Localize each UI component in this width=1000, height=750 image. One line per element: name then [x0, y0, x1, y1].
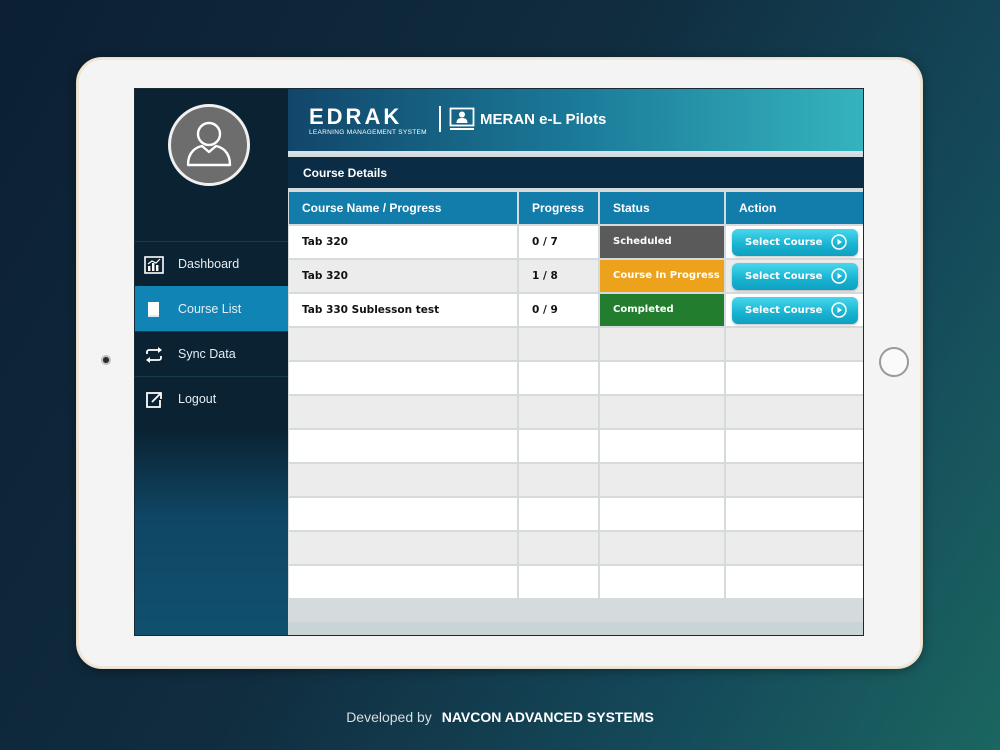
table-row[interactable]: Tab 320 0 / 7 Scheduled Select Course — [289, 226, 863, 258]
logo-subtext: LEARNING MANAGEMENT SYSTEM — [309, 129, 427, 136]
table-header-row: Course Name / Progress Progress Status A… — [289, 192, 863, 224]
sidebar-item-logout[interactable]: Logout — [135, 376, 288, 421]
tablet-home-button[interactable] — [879, 347, 909, 377]
select-course-label: Select Course — [745, 270, 823, 282]
empty-table-row — [289, 498, 863, 530]
sidebar-item-label: Logout — [178, 392, 217, 406]
empty-table-row — [289, 396, 863, 428]
sidebar-item-label: Dashboard — [178, 257, 240, 271]
table-footer-bar — [288, 622, 863, 635]
course-name-cell: Tab 330 Sublesson test — [289, 294, 517, 326]
empty-table-row — [289, 430, 863, 462]
sidebar-item-course-list[interactable]: Course List — [135, 286, 288, 331]
status-badge: Completed — [600, 294, 724, 326]
empty-table-row — [289, 362, 863, 394]
logout-icon — [144, 390, 164, 410]
section-title: Course Details — [303, 166, 388, 180]
main-content: EDRAK LEARNING MANAGEMENT SYSTEM MERAN e… — [287, 89, 863, 635]
progress-cell: 0 / 7 — [519, 226, 598, 258]
tablet-camera — [101, 355, 111, 365]
app-title: MERAN e-L Pilots — [480, 111, 607, 128]
action-cell: Select Course — [726, 226, 863, 258]
progress-cell: 1 / 8 — [519, 260, 598, 292]
select-course-button[interactable]: Select Course — [732, 228, 858, 256]
sidebar-item-label: Course List — [178, 302, 242, 316]
header-divider — [439, 106, 441, 132]
select-course-button[interactable]: Select Course — [732, 296, 858, 324]
status-cell: Completed — [600, 294, 724, 326]
header-underline — [288, 151, 863, 154]
sidebar-menu: Dashboard Course List Sync Data Logout — [135, 241, 288, 423]
table-row[interactable]: Tab 330 Sublesson test 0 / 9 Completed S… — [289, 294, 863, 326]
course-name-cell: Tab 320 — [289, 226, 517, 258]
sync-icon — [144, 345, 164, 365]
user-avatar-icon[interactable] — [168, 104, 250, 186]
status-cell: Course In Progress — [600, 260, 724, 292]
logo-text: EDRAK — [309, 104, 403, 129]
app-screen: Dashboard Course List Sync Data Logout E… — [134, 88, 864, 636]
sidebar-menu-divider — [135, 421, 288, 423]
app-header: EDRAK LEARNING MANAGEMENT SYSTEM MERAN e… — [288, 89, 863, 151]
developer-credit: Developed by NAVCON ADVANCED SYSTEMS — [0, 709, 1000, 725]
status-badge: Scheduled — [600, 226, 724, 258]
book-icon — [144, 300, 164, 320]
course-name-cell: Tab 320 — [289, 260, 517, 292]
progress-cell: 0 / 9 — [519, 294, 598, 326]
action-cell: Select Course — [726, 260, 863, 292]
edrak-logo: EDRAK LEARNING MANAGEMENT SYSTEM — [309, 106, 427, 137]
presentation-screen-icon — [449, 107, 475, 131]
column-header-action[interactable]: Action — [726, 192, 863, 224]
play-circle-icon — [831, 267, 847, 284]
status-badge: Course In Progress — [600, 260, 724, 292]
select-course-button[interactable]: Select Course — [732, 262, 858, 290]
table-row[interactable]: Tab 320 1 / 8 Course In Progress Select … — [289, 260, 863, 292]
select-course-label: Select Course — [745, 304, 823, 316]
play-circle-icon — [831, 301, 847, 318]
course-table: Course Name / Progress Progress Status A… — [287, 190, 863, 600]
column-header-progress[interactable]: Progress — [519, 192, 598, 224]
empty-table-row — [289, 566, 863, 598]
column-header-course-name[interactable]: Course Name / Progress — [289, 192, 517, 224]
select-course-label: Select Course — [745, 236, 823, 248]
section-header: Course Details — [288, 157, 863, 188]
sidebar-item-sync-data[interactable]: Sync Data — [135, 331, 288, 376]
sidebar-item-label: Sync Data — [178, 347, 236, 361]
bar-chart-icon — [144, 255, 164, 275]
column-header-status[interactable]: Status — [600, 192, 724, 224]
sidebar-item-dashboard[interactable]: Dashboard — [135, 241, 288, 286]
sidebar: Dashboard Course List Sync Data Logout — [135, 89, 288, 635]
empty-table-row — [289, 532, 863, 564]
status-cell: Scheduled — [600, 226, 724, 258]
action-cell: Select Course — [726, 294, 863, 326]
credit-organization: NAVCON ADVANCED SYSTEMS — [441, 709, 654, 725]
empty-table-row — [289, 328, 863, 360]
play-circle-icon — [831, 233, 847, 250]
empty-table-row — [289, 464, 863, 496]
credit-prefix: Developed by — [346, 709, 432, 725]
